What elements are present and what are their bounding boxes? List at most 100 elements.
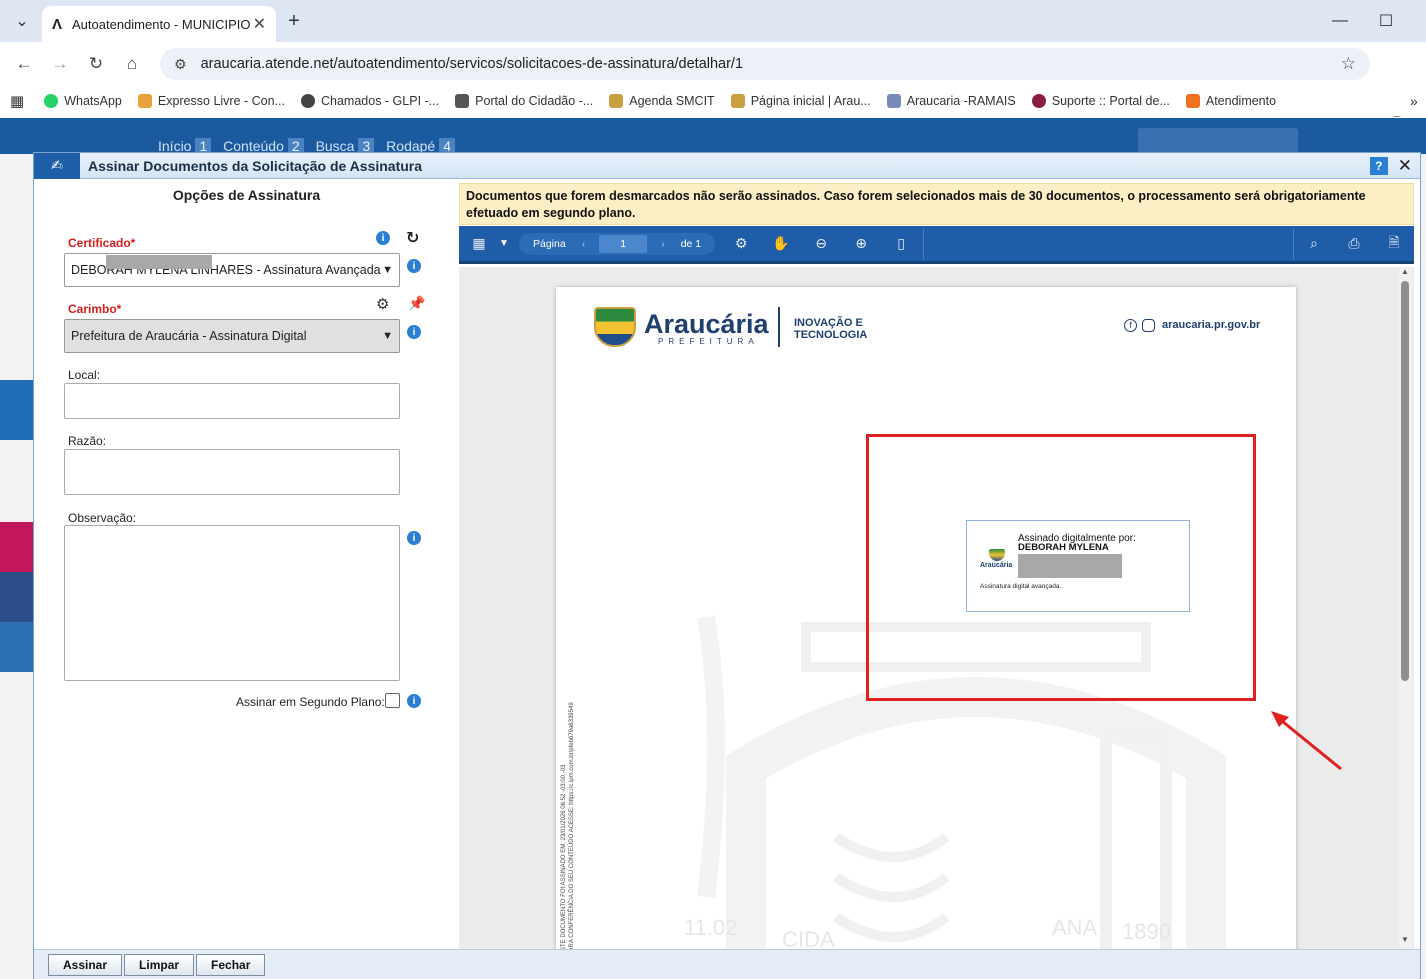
bookmark-icon [730,94,745,108]
watermark-year-left: 11.02 [684,915,738,940]
tab-list-chevron-icon[interactable]: ⌄ [8,8,36,34]
bookmark-icon [301,94,315,108]
info-icon[interactable]: i [376,231,390,245]
bookmark-glpi[interactable]: Chamados - GLPI -... [301,94,439,108]
forward-arrow-icon[interactable]: → [42,48,78,80]
back-arrow-icon[interactable]: ← [6,48,42,80]
razao-textarea[interactable] [64,449,400,495]
bookmark-expresso[interactable]: Expresso Livre - Con... [137,94,285,108]
bookmark-icon [1031,94,1046,108]
bookmark-pagina-inicial[interactable]: Página inicial | Arau... [730,94,871,108]
facebook-icon[interactable] [0,572,34,622]
bookmark-suporte[interactable]: Suporte :: Portal de... [1031,94,1170,108]
site-header: Início 1 Conteúdo 2 Busca 3 Rodapé 4 [0,118,1426,154]
address-bar[interactable]: ⚙ araucaria.atende.net/autoatendimento/s… [160,48,1370,80]
reload-icon[interactable]: ↻ [78,48,114,80]
pin-icon[interactable]: 📌 [408,295,425,312]
minimize-window-icon[interactable]: — [1326,8,1354,34]
signature-pen-icon: ✍ [34,152,80,179]
pdf-toolbar: ▦ ▼ Página ‹ 1 › de 1 ⚙ ✋ ⊖ ⊕ ▯ ⌕ ⎙ 🗎 [459,226,1414,264]
dept-line-2: TECNOLOGIA [794,329,868,341]
user-menu[interactable] [1138,128,1298,154]
assinar-button[interactable]: Assinar [48,953,123,976]
carimbo-select[interactable]: Prefeitura de Araucária - Assinatura Dig… [64,319,400,353]
bookmark-icon [886,94,901,108]
viewer-scrollbar[interactable]: ▲ ▼ [1399,267,1412,949]
info-icon[interactable]: i [407,531,421,545]
side-text-line-1: ESTE DOCUMENTO FOI ASSINADO EM: 23/01/20… [561,764,567,949]
search-icon[interactable]: ⌕ [1294,235,1334,252]
home-icon[interactable]: ⌂ [114,48,150,80]
watermark-word: ANA [1052,915,1098,940]
observacao-textarea[interactable] [64,525,400,681]
bookmark-icon [44,94,59,108]
segundo-plano-checkbox[interactable] [385,693,400,708]
next-page-icon[interactable]: › [661,238,665,250]
carimbo-label: Carimbo* [68,302,122,316]
bookmark-icon [455,94,470,108]
new-tab-plus-icon[interactable]: + [280,8,308,34]
fechar-button[interactable]: Fechar [196,953,266,976]
bookmark-atendimento[interactable]: Atendimento [1185,94,1276,108]
refresh-icon[interactable]: ↻ [406,228,419,248]
tab-title: Autoatendimento - MUNICIPIO [72,16,251,32]
watermark-word: CIDA [782,927,835,949]
brand-name: Araucária [644,309,769,339]
info-icon[interactable]: i [407,259,421,273]
browser-tab-bar: ⌄ Λ Autoatendimento - MUNICIPIO ✕ + — ☐ [0,0,1426,42]
bookmark-portal-cidadao[interactable]: Portal do Cidadão -... [455,94,593,108]
side-verification-text: ESTE DOCUMENTO FOI ASSINADO EM: 23/01/20… [560,655,576,949]
document-search-icon[interactable]: 🗎 [1374,232,1414,256]
bookmark-icon [1185,94,1200,108]
close-icon[interactable]: ✕ [1398,156,1412,176]
local-input[interactable] [64,383,400,419]
zoom-in-icon[interactable]: ⊕ [841,235,881,252]
print-icon[interactable]: ⎙ [1334,235,1374,252]
more-bookmarks-icon[interactable]: » [1410,93,1418,109]
bookmark-whatsapp[interactable]: WhatsApp [44,94,122,108]
scroll-down-icon[interactable]: ▼ [1401,935,1409,944]
tab-close-icon[interactable]: ✕ [253,14,266,34]
modal-footer: Assinar Limpar Fechar [34,949,1420,979]
settings-gear-icon[interactable]: ⚙ [721,235,761,252]
accessibility-icon[interactable] [0,380,34,440]
site-info-icon[interactable]: ⚙ [174,56,187,73]
browser-address-row: ← → ↻ ⌂ ⚙ araucaria.atende.net/autoatend… [0,42,1426,117]
hand-tool-icon[interactable]: ✋ [761,235,801,252]
page-fit-icon[interactable]: ▯ [881,235,921,252]
prev-page-icon[interactable]: ‹ [582,238,586,250]
zoom-out-icon[interactable]: ⊖ [801,235,841,252]
instagram-icon[interactable] [0,522,34,572]
dept-name: INOVAÇÃO E TECNOLOGIA [794,317,867,341]
help-icon[interactable]: ? [1369,156,1388,175]
dept-line-1: INOVAÇÃO E [794,317,863,329]
chat-icon[interactable] [0,622,34,672]
info-icon[interactable]: i [407,325,421,339]
page-label: Página [533,237,566,250]
browser-tab[interactable]: Λ Autoatendimento - MUNICIPIO ✕ [42,6,276,42]
signature-options-panel: Opções de Assinatura Certificado* i ↻ DE… [34,179,459,949]
apps-grid-icon[interactable]: ▦ [10,92,24,110]
gear-icon[interactable]: ⚙ [376,295,389,313]
limpar-button[interactable]: Limpar [124,953,195,976]
scroll-up-icon[interactable]: ▲ [1401,267,1409,276]
highlight-box [866,434,1256,701]
header-divider [778,307,780,347]
pdf-canvas[interactable]: 11.02 1890 CIDA ANA Araucária PREFEITURA… [459,267,1414,949]
bookmarks-bar: ▦ WhatsApp Expresso Livre - Con... Chama… [0,86,1426,116]
side-text-line-2: PARA CONFERÊNCIA DO SEU CONTEÚDO ACESSE:… [569,702,575,949]
page-number-input[interactable]: 1 [599,234,648,253]
araucaria-crest-icon [594,307,636,347]
bookmark-star-icon[interactable]: ☆ [1341,54,1356,74]
scrollbar-thumb[interactable] [1401,281,1409,681]
info-icon[interactable]: i [407,694,421,708]
bookmark-agenda[interactable]: Agenda SMCIT [609,94,715,108]
watermark-year-right: 1890 [1122,919,1171,944]
thumbnails-grid-icon[interactable]: ▦ [459,235,499,252]
sign-documents-modal: ✍ Assinar Documentos da Solicitação de A… [33,152,1421,979]
url-text[interactable]: araucaria.atende.net/autoatendimento/ser… [201,56,1341,72]
chevron-down-icon[interactable]: ▼ [499,238,513,249]
bookmark-ramais[interactable]: Araucaria -RAMAIS [886,94,1016,108]
maximize-window-icon[interactable]: ☐ [1372,8,1400,34]
pdf-page: 11.02 1890 CIDA ANA Araucária PREFEITURA… [556,287,1296,949]
